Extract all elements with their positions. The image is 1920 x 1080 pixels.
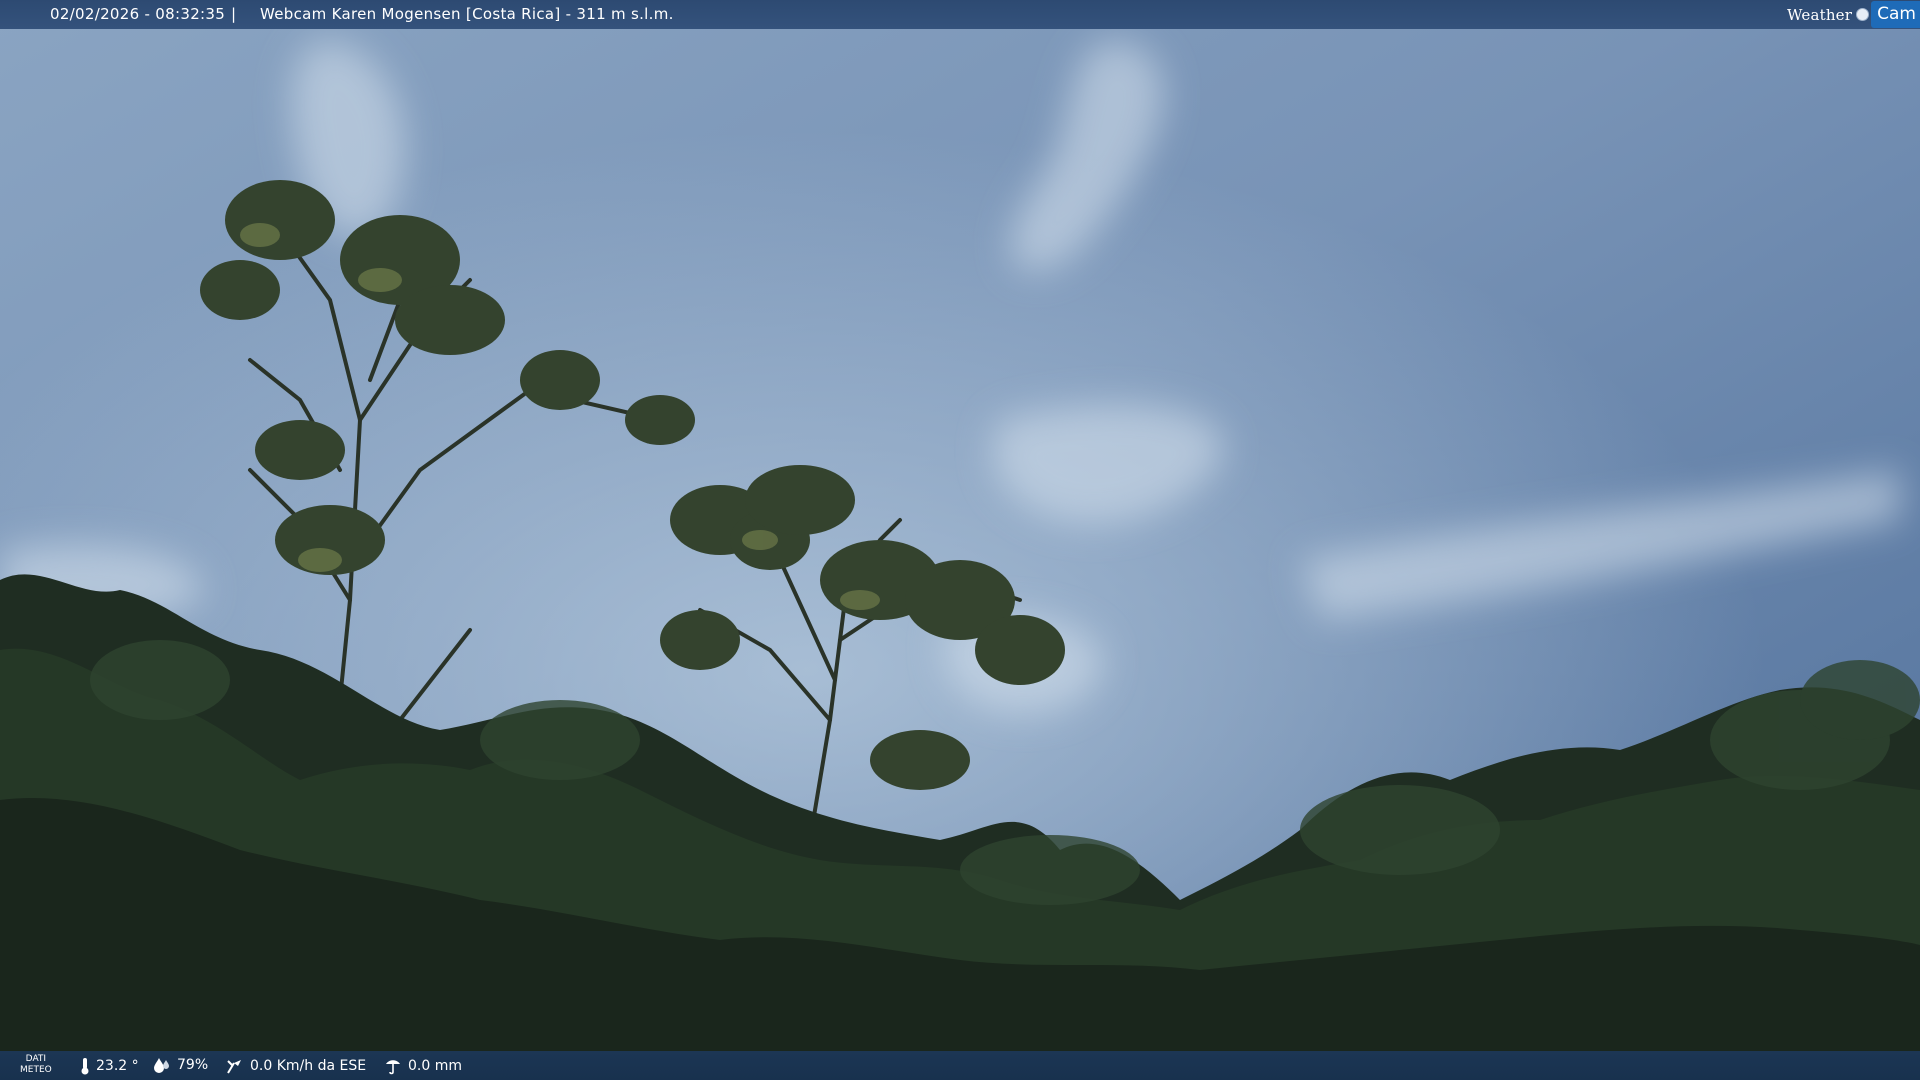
wind-icon [227, 1060, 241, 1074]
brand-dot-icon [1856, 8, 1870, 21]
header-separator: | [231, 5, 237, 23]
wind-reading: 0.0 Km/h da ESE [226, 1057, 366, 1075]
webcam-title: Webcam Karen Mogensen [Costa Rica] - 311… [260, 5, 674, 23]
wind-value: 0.0 Km/h da ESE [250, 1058, 367, 1074]
dati-meteo-label: DATI METEO [20, 1054, 52, 1075]
rain-gauge-icon [386, 1060, 400, 1075]
brand-cam-text: Cam [1871, 1, 1920, 28]
webcam-frame: 02/02/2026 - 08:32:35 | Webcam Karen Mog… [0, 0, 1920, 1080]
weathercam-logo: Weather Cam [1787, 1, 1920, 28]
rain-reading: 0.0 mm [384, 1057, 462, 1075]
temperature-value: 23.2 ° [96, 1058, 139, 1074]
temperature-reading: 23.2 ° [80, 1057, 139, 1075]
rain-value: 0.0 mm [408, 1058, 462, 1074]
humidity-value: 79% [177, 1057, 209, 1073]
timestamp: 02/02/2026 - 08:32:35 [50, 5, 226, 23]
header-bar: 02/02/2026 - 08:32:35 | Webcam Karen Mog… [0, 0, 1920, 29]
webcam-image [0, 0, 1920, 1080]
humidity-reading: 79% [153, 1057, 208, 1073]
weather-data-bar: DATI METEO 23.2 ° 79% 0.0 Km/h da ESE 0.… [0, 1051, 1920, 1080]
brand-weather-text: Weather [1786, 5, 1853, 24]
humidity-drop-icon [154, 1058, 169, 1073]
thermometer-icon [81, 1058, 89, 1075]
